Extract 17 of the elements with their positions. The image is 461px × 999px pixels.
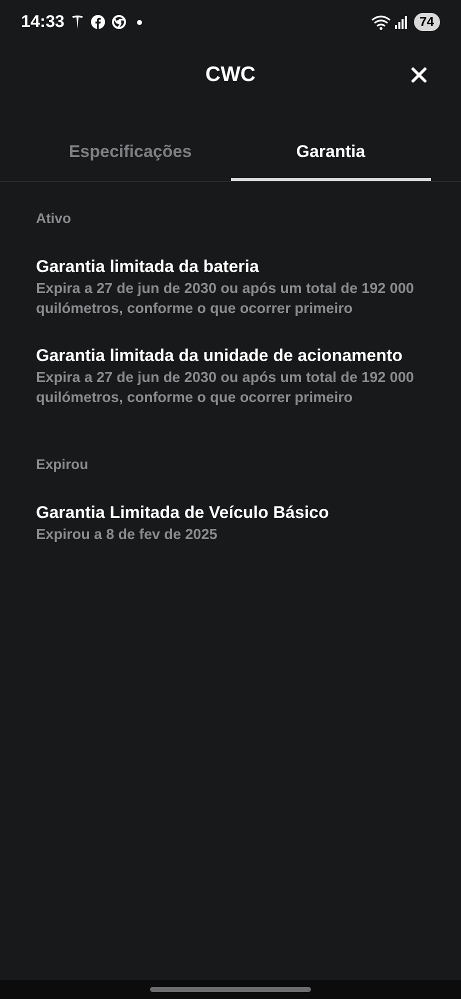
warranty-detail: Expira a 27 de jun de 2030 ou após um total de 192 000 quilómetros, conforme o que ocorrer primeiro	[36, 280, 415, 319]
warranty-title: Garantia Limitada de Veículo Básico	[36, 502, 330, 524]
battery-level: 74	[414, 13, 440, 31]
signal-icon	[394, 16, 407, 28]
status-time: 14:33	[21, 11, 64, 34]
warranty-detail: Expira a 27 de jun de 2030 ou após um total de 192 000 quilómetros, conforme o que ocorrer primeiro	[36, 369, 415, 408]
warranty-detail: Expirou a 8 de fev de 2025	[36, 526, 218, 545]
page-title: CWC	[205, 62, 256, 88]
chrome-icon	[112, 15, 126, 29]
section-heading: Ativo	[36, 209, 72, 228]
wifi-icon	[370, 14, 391, 30]
warranty-title: Garantia limitada da bateria	[36, 256, 260, 278]
tab[interactable]: Especificações	[30, 116, 230, 181]
facebook-icon	[91, 15, 106, 29]
warranty-title: Garantia limitada da unidade de acionamento	[36, 345, 404, 367]
tab[interactable]: Garantia	[230, 116, 431, 181]
section-heading: Expirou	[36, 455, 90, 474]
